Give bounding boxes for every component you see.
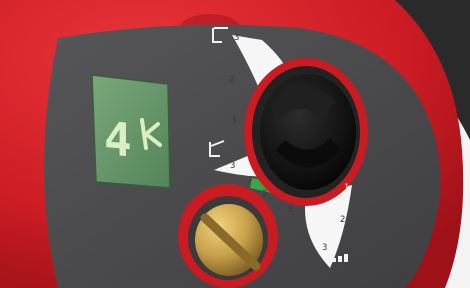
lower-number-1: 1 [288,205,293,215]
pump-illustration: 4 3 2 1 3 2 1 1 2 3 [0,0,470,288]
lcd-display: 4 [91,74,171,189]
right-number-1: 1 [344,183,349,193]
lcd-readout: 4 [104,111,130,167]
vent-screw[interactable] [178,184,278,288]
lower-number-3: 3 [230,161,235,171]
lower-number-2: 2 [262,189,267,199]
pump-control-photo: 4 3 2 1 3 2 1 1 2 3 [0,0,470,288]
upper-number-1: 1 [232,115,237,125]
right-number-3: 3 [322,243,327,253]
upper-number-3: 3 [234,33,239,43]
right-number-2: 2 [340,215,345,225]
upper-number-2: 2 [229,75,234,85]
